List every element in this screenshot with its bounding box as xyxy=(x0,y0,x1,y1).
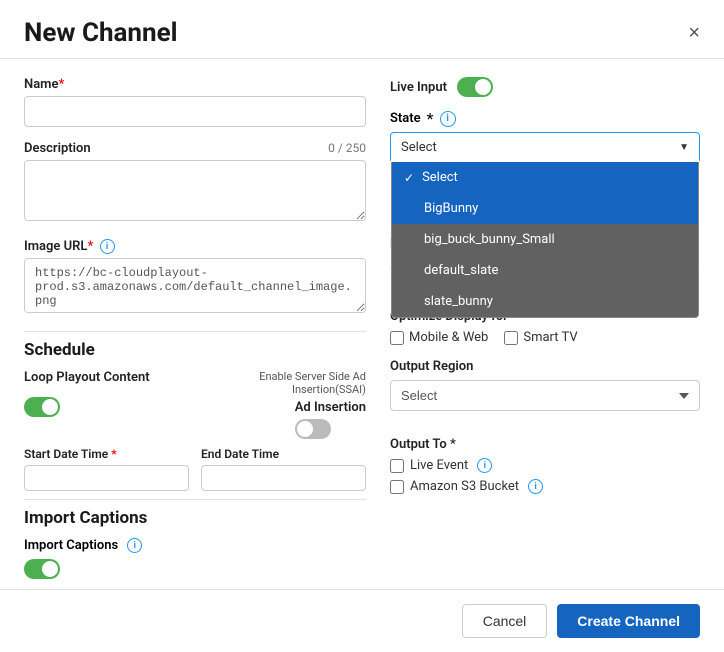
state-label: State xyxy=(390,111,421,126)
live-event-checkbox[interactable] xyxy=(390,459,404,473)
cancel-button[interactable]: Cancel xyxy=(462,604,548,638)
state-dropdown-container: Select ▼ ✓ Select BigBunny xyxy=(390,132,700,163)
state-dropdown-value: Select xyxy=(401,140,437,155)
state-dropdown-list: ✓ Select BigBunny big_buck_bunny_Small xyxy=(391,162,699,318)
date-row: Start Date Time * End Date Time xyxy=(24,447,366,491)
loop-playout-toggle[interactable] xyxy=(24,397,60,417)
ssai-label: Enable Server Side Ad Insertion(SSAI) xyxy=(200,370,366,396)
ad-insertion-label: Ad Insertion xyxy=(295,400,366,415)
import-captions-info-icon: i xyxy=(127,538,142,553)
amazon-s3-label: Amazon S3 Bucket xyxy=(410,479,519,494)
live-input-label: Live Input xyxy=(390,80,447,95)
image-url-input[interactable]: https://bc-cloudplayout-prod.s3.amazonaw… xyxy=(24,258,366,313)
end-date-input[interactable] xyxy=(201,465,366,491)
close-button[interactable]: × xyxy=(688,23,700,43)
name-label: Name* xyxy=(24,77,366,92)
loop-playout-label: Loop Playout Content xyxy=(24,370,150,385)
char-count: 0 / 250 xyxy=(328,141,366,155)
amazon-s3-option: Amazon S3 Bucket i xyxy=(390,479,700,494)
import-captions-title: Import Captions xyxy=(24,508,366,528)
name-group: Name* xyxy=(24,77,366,127)
live-input-toggle[interactable] xyxy=(457,77,493,97)
output-to-options: Live Event i Amazon S3 Bucket i xyxy=(390,458,700,494)
import-captions-divider xyxy=(24,499,366,500)
dropdown-item-defaultslate[interactable]: default_slate xyxy=(392,255,698,286)
dropdown-item-label: default_slate xyxy=(424,263,498,278)
output-region-group: Output Region Select xyxy=(390,359,700,423)
chevron-down-icon: ▼ xyxy=(679,142,689,153)
dropdown-item-bigbuck[interactable]: big_buck_bunny_Small xyxy=(392,224,698,255)
image-url-group: Image URL* i https://bc-cloudplayout-pro… xyxy=(24,239,366,317)
schedule-divider xyxy=(24,331,366,332)
create-channel-button[interactable]: Create Channel xyxy=(557,604,700,638)
description-group: Description 0 / 250 xyxy=(24,141,366,225)
image-url-required: * xyxy=(87,239,93,254)
checkmark-icon: ✓ xyxy=(404,171,414,185)
modal-body: Name* Description 0 / 250 Image URL* xyxy=(0,59,724,579)
live-event-option: Live Event i xyxy=(390,458,700,473)
loop-playout-row: Loop Playout Content xyxy=(24,370,190,385)
import-captions-toggle[interactable] xyxy=(24,559,60,579)
name-input[interactable] xyxy=(24,96,366,127)
dropdown-item-select[interactable]: ✓ Select xyxy=(392,162,698,193)
live-event-label: Live Event xyxy=(410,458,468,473)
image-url-info-icon: i xyxy=(100,239,115,254)
right-column: Live Input State * i Select ▼ xyxy=(390,77,700,579)
import-captions-label: Import Captions xyxy=(24,538,118,553)
state-row: State * i xyxy=(390,109,700,128)
dropdown-item-bigbunny[interactable]: BigBunny xyxy=(392,193,698,224)
output-to-label: Output To * xyxy=(390,437,700,452)
start-date-input[interactable] xyxy=(24,465,189,491)
modal-footer: Cancel Create Channel xyxy=(0,589,724,652)
output-region-select[interactable]: Select xyxy=(390,380,700,411)
left-column: Name* Description 0 / 250 Image URL* xyxy=(24,77,366,579)
dropdown-item-label: BigBunny xyxy=(424,201,478,216)
amazon-s3-checkbox[interactable] xyxy=(390,480,404,494)
optimize-checkbox-row: Mobile & Web Smart TV xyxy=(390,330,700,345)
output-to-group: Output To * Live Event i Amazon S3 Bucke… xyxy=(390,437,700,494)
dropdown-item-label: Select xyxy=(422,170,458,185)
end-date-col: End Date Time xyxy=(201,447,366,491)
description-input[interactable] xyxy=(24,160,366,221)
dropdown-item-slatebunny[interactable]: slate_bunny xyxy=(392,286,698,317)
modal: New Channel × Name* Description 0 / 25 xyxy=(0,0,724,652)
schedule-title: Schedule xyxy=(24,340,366,360)
dropdown-item-label: big_buck_bunny_Small xyxy=(424,232,555,247)
modal-title: New Channel xyxy=(24,18,178,48)
smart-tv-checkbox[interactable] xyxy=(504,331,518,345)
live-input-row: Live Input xyxy=(390,77,700,97)
import-captions-section: Import Captions Import Captions i xyxy=(24,508,366,579)
image-url-label: Image URL* i xyxy=(24,239,366,254)
live-event-info-icon: i xyxy=(477,458,492,473)
ad-insertion-toggle[interactable] xyxy=(295,419,331,439)
modal-header: New Channel × xyxy=(0,0,724,59)
output-region-label: Output Region xyxy=(390,359,700,374)
state-info-icon: i xyxy=(440,111,456,127)
mobile-web-option: Mobile & Web xyxy=(390,330,488,345)
modal-overlay: New Channel × Name* Description 0 / 25 xyxy=(0,0,724,600)
description-label: Description 0 / 250 xyxy=(24,141,366,156)
dropdown-item-label: slate_bunny xyxy=(424,294,493,309)
start-date-col: Start Date Time * xyxy=(24,447,189,491)
mobile-web-checkbox[interactable] xyxy=(390,331,404,345)
smart-tv-label: Smart TV xyxy=(523,330,577,345)
start-date-label: Start Date Time * xyxy=(24,447,189,461)
smart-tv-option: Smart TV xyxy=(504,330,577,345)
name-required: * xyxy=(58,77,64,92)
end-date-label: End Date Time xyxy=(201,447,366,461)
amazon-s3-info-icon: i xyxy=(528,479,543,494)
mobile-web-label: Mobile & Web xyxy=(409,330,488,345)
schedule-section: Schedule Loop Playout Content Enable Ser… xyxy=(24,340,366,491)
state-dropdown-selected[interactable]: Select ▼ xyxy=(391,133,699,162)
